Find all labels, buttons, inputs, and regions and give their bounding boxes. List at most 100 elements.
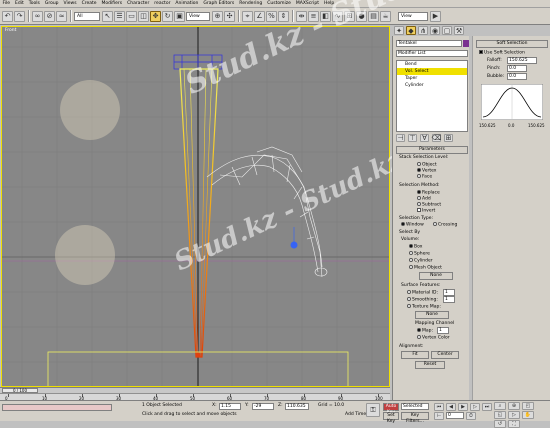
method-replace-radio[interactable]: Replace [417, 190, 440, 196]
stack-item[interactable]: Cylinder [397, 82, 467, 89]
maxscript-listener-field[interactable] [2, 404, 112, 411]
volume-cylinder-radio[interactable]: Cylinder [409, 258, 433, 264]
stack-item[interactable]: Taper [397, 75, 467, 82]
track-bar[interactable]: 0 10 20 30 40 50 60 70 80 90 100 [0, 393, 390, 401]
rectangular-region-icon[interactable]: ▭ [126, 10, 137, 22]
parameters-rollout-header[interactable]: Parameters [396, 146, 468, 154]
volume-sphere-radio[interactable]: Sphere [409, 251, 430, 257]
menu-item-graph-editors[interactable]: Graph Editors [201, 1, 237, 6]
set-key-icon[interactable]: ⚿ [366, 403, 380, 417]
arc-rotate-icon[interactable]: ↺ [494, 420, 506, 428]
type-window-radio[interactable]: Window [401, 222, 424, 228]
remove-modifier-icon[interactable]: ⌫ [432, 134, 441, 142]
select-by-name-icon[interactable]: ☰ [114, 10, 125, 22]
menu-item-create[interactable]: Create [79, 1, 99, 6]
modify-tab-icon[interactable]: ◆ [406, 26, 416, 35]
menu-item-rendering[interactable]: Rendering [237, 1, 265, 6]
bind-space-warp-icon[interactable]: ≈ [56, 10, 67, 22]
render-type-dropdown[interactable]: View [398, 11, 428, 21]
use-soft-selection-checkbox[interactable]: Use Soft Selection [479, 50, 525, 56]
volume-box-radio[interactable]: Box [409, 244, 422, 250]
menu-item-reactor[interactable]: reactor [152, 1, 173, 6]
render-last-icon[interactable]: ▶ [430, 10, 441, 22]
make-unique-icon[interactable]: ∀ [420, 134, 429, 142]
key-mode-toggle-icon[interactable]: ⊢ [434, 412, 444, 420]
motion-tab-icon[interactable]: ◉ [430, 26, 440, 35]
pivot-point-icon[interactable]: ⊕ [212, 10, 223, 22]
method-subtract-radio[interactable]: Subtract [417, 202, 441, 208]
smoothing-radio[interactable]: Smoothing: [407, 297, 438, 303]
redo-icon[interactable]: ↷ [14, 10, 25, 22]
unlink-icon[interactable]: ⊘ [44, 10, 55, 22]
object-color-swatch[interactable] [463, 40, 469, 47]
select-and-rotate-icon[interactable]: ↻ [162, 10, 173, 22]
select-object-icon[interactable]: ↖ [102, 10, 113, 22]
pinch-field[interactable]: 0.0 [507, 65, 527, 72]
viewport-label[interactable]: Front [5, 28, 16, 33]
pin-stack-icon[interactable]: ⊣ [396, 134, 405, 142]
pan-icon[interactable]: ✋ [522, 411, 534, 419]
zoom-extents-all-icon[interactable]: ◱ [494, 411, 506, 419]
snaps-toggle-icon[interactable]: ⌖ [242, 10, 253, 22]
previous-frame-icon[interactable]: ◀ [446, 403, 456, 411]
falloff-field[interactable]: 150.625 [507, 57, 537, 64]
volume-none-button[interactable]: None [419, 272, 453, 280]
select-and-scale-icon[interactable]: ▣ [174, 10, 185, 22]
menu-item-customize[interactable]: Customize [265, 1, 294, 6]
window-crossing-icon[interactable]: ◫ [138, 10, 149, 22]
menu-item-modifiers[interactable]: Modifiers [99, 1, 125, 6]
vertex-color-radio[interactable]: Vertex Color [417, 335, 450, 341]
menu-item-group[interactable]: Group [42, 1, 61, 6]
volume-mesh-radio[interactable]: Mesh Object [409, 265, 442, 271]
x-coord-field[interactable]: 1.15 [219, 403, 241, 410]
link-icon[interactable]: ∞ [32, 10, 43, 22]
hierarchy-tab-icon[interactable]: ⋔ [418, 26, 428, 35]
play-icon[interactable]: ▶ [458, 403, 468, 411]
next-frame-icon[interactable]: ▷ [470, 403, 480, 411]
method-add-radio[interactable]: Add [417, 196, 431, 202]
smoothing-field[interactable]: 1 [443, 296, 455, 303]
object-name-field[interactable]: Tentakel [396, 40, 462, 47]
select-manipulate-icon[interactable]: ✣ [224, 10, 235, 22]
invert-checkbox[interactable]: Invert [417, 208, 435, 214]
map-channel-field[interactable]: 1 [437, 327, 449, 334]
material-id-radio[interactable]: Material ID: [407, 290, 438, 296]
set-key-button[interactable]: Set Key [383, 412, 399, 424]
go-to-start-icon[interactable]: ⏮ [434, 403, 444, 411]
zoom-extents-icon[interactable]: ◰ [522, 402, 534, 410]
material-id-field[interactable]: 1 [443, 289, 455, 296]
undo-icon[interactable]: ↶ [2, 10, 13, 22]
select-and-move-icon[interactable]: ✥ [150, 10, 161, 22]
reset-button[interactable]: Reset [415, 361, 445, 369]
texture-map-radio[interactable]: Texture Map: [407, 304, 441, 310]
zoom-icon[interactable]: ⌕ [494, 402, 506, 410]
modifier-list-dropdown[interactable]: Modifier List [396, 50, 468, 57]
menu-item-animation[interactable]: Animation [173, 1, 201, 6]
menu-item-file[interactable]: File [0, 1, 13, 6]
fit-button[interactable]: Fit [401, 351, 429, 359]
key-mode-dropdown[interactable]: Selected [401, 403, 429, 410]
level-object-radio[interactable]: Object [417, 162, 437, 168]
menu-item-views[interactable]: Views [61, 1, 79, 6]
center-button[interactable]: Center [431, 351, 459, 359]
auto-key-button[interactable]: Auto Key [383, 403, 399, 415]
reference-coordinate-dropdown[interactable]: View [186, 11, 210, 21]
zoom-all-icon[interactable]: ⊕ [508, 402, 520, 410]
y-coord-field[interactable]: -29 [252, 403, 274, 410]
percent-snap-icon[interactable]: % [266, 10, 277, 22]
bubble-field[interactable]: 0.0 [507, 73, 527, 80]
stack-item-selected[interactable]: Vol. Select [397, 68, 467, 75]
create-tab-icon[interactable]: ✦ [394, 26, 404, 35]
z-coord-field[interactable]: 110.635 [285, 403, 309, 410]
current-frame-field[interactable]: 0 [446, 412, 464, 419]
stack-item[interactable]: Bend [397, 61, 467, 68]
level-vertex-radio[interactable]: Vertex [417, 168, 436, 174]
key-filters-button[interactable]: Key Filters... [401, 412, 429, 424]
soft-selection-header[interactable]: Soft Selection [476, 40, 548, 48]
utilities-tab-icon[interactable]: ⚒ [454, 26, 464, 35]
maximize-viewport-icon[interactable]: ⛶ [508, 420, 520, 428]
level-face-radio[interactable]: Face [417, 174, 432, 180]
go-to-end-icon[interactable]: ⏭ [482, 403, 492, 411]
texture-none-button[interactable]: None [415, 311, 449, 319]
angle-snap-icon[interactable]: ∠ [254, 10, 265, 22]
